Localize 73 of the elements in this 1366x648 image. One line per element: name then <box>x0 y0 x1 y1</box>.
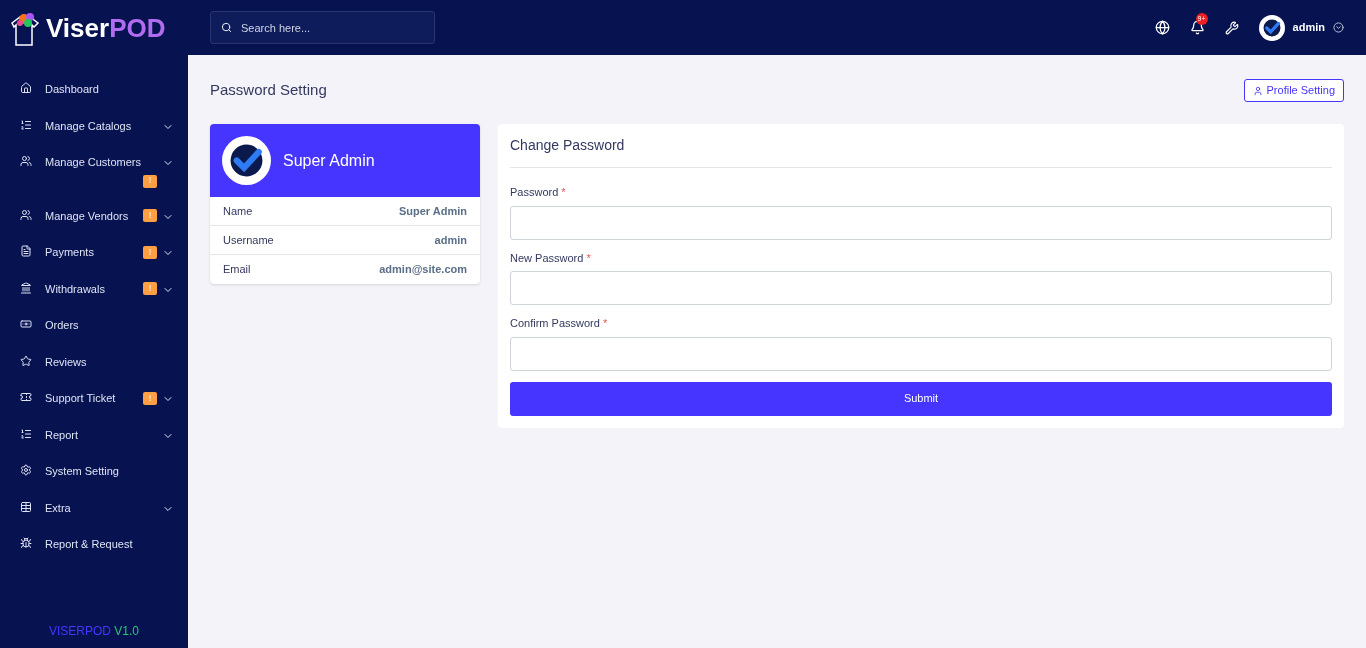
sidebar-item[interactable]: Orders <box>20 307 174 344</box>
alert-badge: ! <box>143 245 157 259</box>
alert-badge: ! <box>143 282 157 296</box>
globe-icon[interactable] <box>1154 20 1170 35</box>
ticket-icon <box>20 391 32 403</box>
star-icon <box>20 354 32 367</box>
menu-label: Extra <box>45 500 71 516</box>
search-icon <box>221 22 232 33</box>
field-label: Password * <box>510 185 567 200</box>
banknote-icon <box>20 318 32 330</box>
users-icon <box>20 208 32 221</box>
menu-label: Payments <box>45 245 94 260</box>
info-value: Super Admin <box>398 203 467 219</box>
card-title: Change Password <box>510 124 1332 168</box>
search-field[interactable]: Search here... <box>210 11 435 44</box>
sidebar-item[interactable]: Payments ! <box>20 234 174 271</box>
menu-label: Report <box>45 427 79 443</box>
wrench-icon[interactable] <box>1224 20 1239 35</box>
menu-label: Manage Vendors <box>45 208 129 224</box>
dropdown-icon[interactable] <box>1333 22 1344 33</box>
logo-text: ViserPOD <box>46 14 166 41</box>
info-label: Email <box>223 262 251 278</box>
avatar-icon <box>1258 14 1285 41</box>
profile-setting-button[interactable]: Profile Setting <box>1243 79 1344 102</box>
users-icon <box>20 155 32 167</box>
alert-badge: ! <box>143 174 157 188</box>
menu-label: Withdrawals <box>45 281 105 297</box>
list-icon <box>20 427 32 440</box>
field-label: Confirm Password * <box>510 316 609 331</box>
sidebar-item[interactable]: Support Ticket ! <box>20 380 174 417</box>
user-icon <box>1252 85 1263 96</box>
sidebar-item[interactable]: Report & Request <box>20 526 174 563</box>
info-value: admin <box>434 232 467 248</box>
submit-button[interactable]: Submit <box>510 381 1332 416</box>
menu-label: Dashboard <box>45 82 99 97</box>
password-field[interactable] <box>510 205 1332 240</box>
password-field[interactable] <box>510 271 1332 305</box>
sidebar-item[interactable]: Withdrawals ! <box>20 270 174 307</box>
menu-label: Report & Request <box>45 537 133 552</box>
info-label: Name <box>223 203 253 219</box>
document-icon <box>20 245 32 257</box>
sidebar-item[interactable]: Manage Customers ! <box>20 144 174 198</box>
password-field[interactable] <box>510 336 1332 371</box>
alert-badge: ! <box>143 391 157 405</box>
menu-label: Support Ticket <box>45 391 116 406</box>
alert-badge: ! <box>143 209 157 223</box>
info-value: admin@site.com <box>379 262 467 278</box>
sidebar-item[interactable]: Report <box>20 416 174 453</box>
notification-icon[interactable] <box>1189 20 1205 35</box>
bug-icon <box>20 537 32 549</box>
field-label: New Password * <box>510 250 592 266</box>
menu-label: Manage Catalogs <box>45 118 132 134</box>
page-title: Password Setting <box>210 80 327 101</box>
info-label: Username <box>223 232 274 248</box>
menu-label: Reviews <box>45 354 87 370</box>
user-name[interactable]: admin <box>1292 19 1325 36</box>
avatar-icon <box>222 136 271 185</box>
gear-icon <box>20 464 32 476</box>
menu-label: Manage Customers <box>45 155 141 170</box>
bank-icon <box>20 281 32 294</box>
sidebar-item[interactable]: Extra <box>20 489 174 526</box>
table-icon <box>20 500 32 513</box>
version-label: VISERPOD V1.0 <box>48 624 139 638</box>
menu-label: System Setting <box>45 464 119 479</box>
list-icon <box>20 118 32 131</box>
sidebar-item[interactable]: Manage Catalogs <box>20 107 174 144</box>
sidebar-item[interactable]: Manage Vendors ! <box>20 197 174 234</box>
home-icon <box>20 82 32 94</box>
sidebar-item[interactable]: System Setting <box>20 453 174 490</box>
profile-name: Super Admin <box>283 150 375 171</box>
menu-label: Orders <box>45 318 79 333</box>
sidebar-item[interactable]: Dashboard <box>20 71 174 108</box>
sidebar-item[interactable]: Reviews <box>20 343 174 380</box>
